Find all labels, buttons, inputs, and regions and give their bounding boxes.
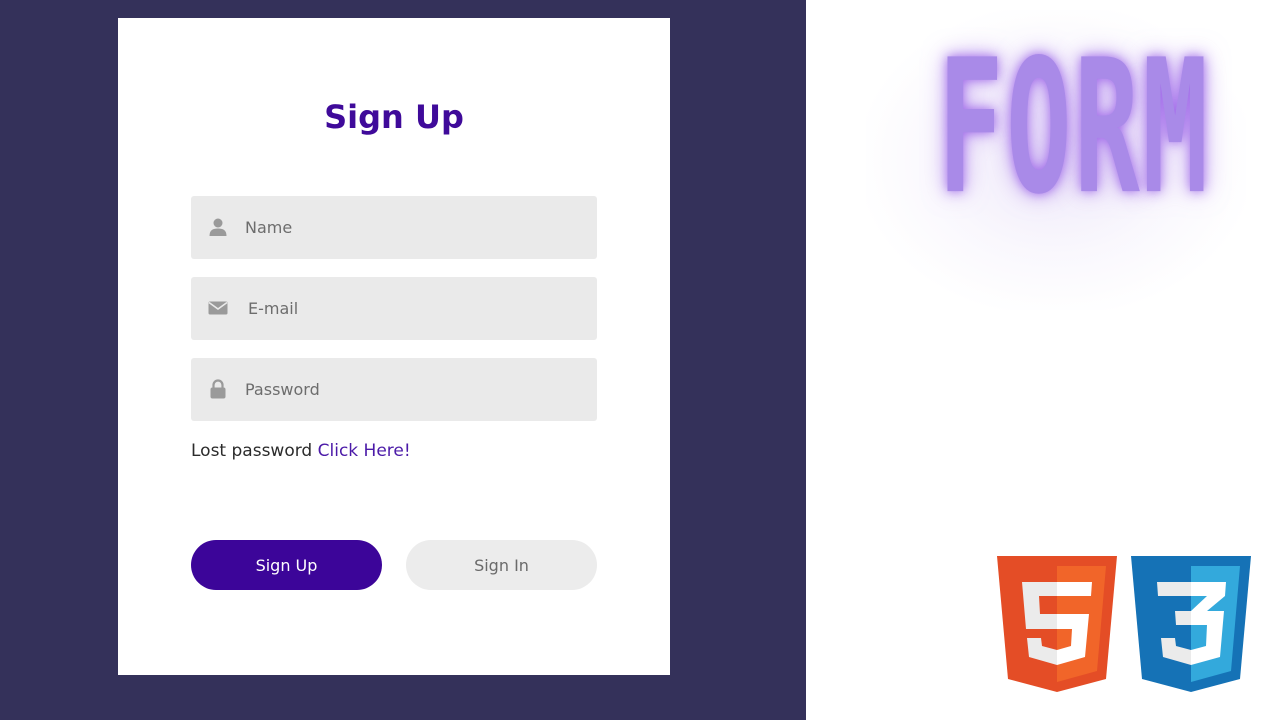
name-field[interactable]: [191, 196, 597, 259]
headline-form: FORM: [937, 20, 1211, 236]
lost-password-line: Lost password Click Here!: [191, 441, 411, 461]
email-input[interactable]: [248, 277, 588, 340]
name-input[interactable]: [245, 196, 585, 259]
html5-logo: [997, 556, 1117, 692]
signup-form-card: Sign Up Lost password Click Here: [118, 18, 670, 675]
left-panel: Sign Up Lost password Click Here: [0, 0, 806, 720]
sign-up-button[interactable]: Sign Up: [191, 540, 382, 590]
click-here-link[interactable]: Click Here!: [318, 441, 411, 461]
user-icon: [209, 218, 227, 236]
email-field[interactable]: [191, 277, 597, 340]
css3-logo: [1131, 556, 1251, 692]
password-input[interactable]: [245, 358, 585, 421]
sign-in-button[interactable]: Sign In: [406, 540, 597, 590]
right-panel: FORM: [806, 0, 1280, 720]
lock-icon: [210, 379, 226, 399]
lost-password-text: Lost password: [191, 441, 313, 461]
form-title: Sign Up: [324, 98, 464, 136]
envelope-icon: [208, 301, 228, 315]
password-field[interactable]: [191, 358, 597, 421]
